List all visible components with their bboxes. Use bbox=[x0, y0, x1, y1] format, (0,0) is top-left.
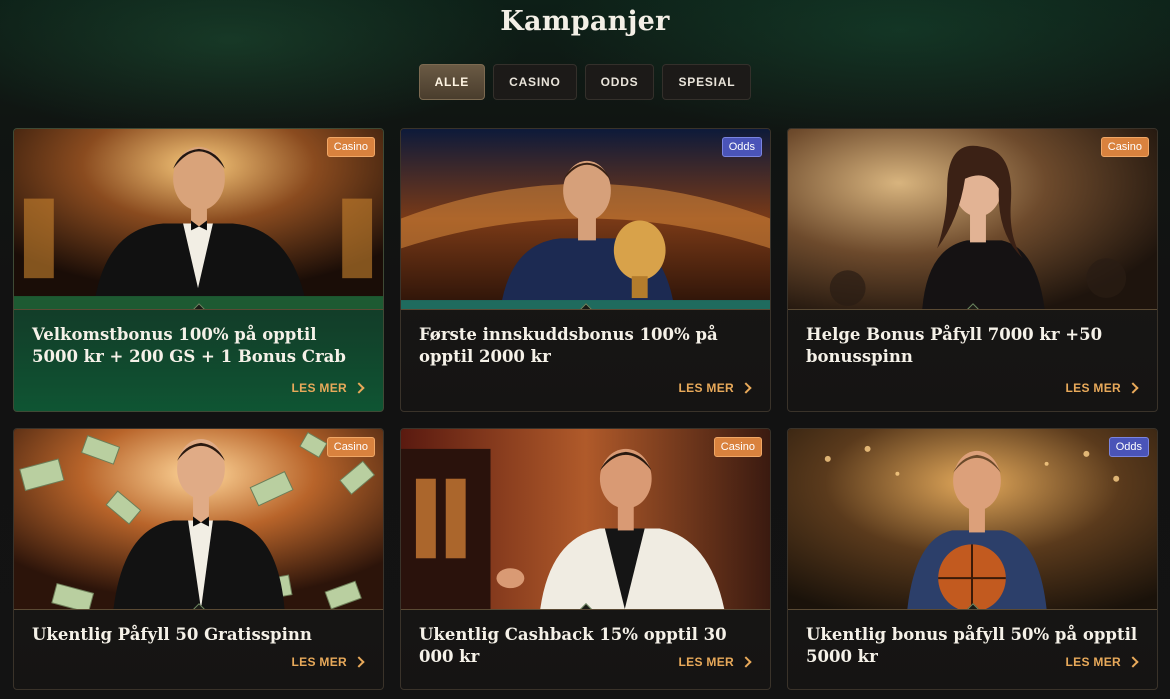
filter-special[interactable]: SPESIAL bbox=[662, 64, 752, 100]
promo-title: Helge Bonus Påfyll 7000 kr +50 bonusspin… bbox=[806, 325, 1103, 366]
promo-card-weekend-reload[interactable]: Casino Helge Bonus Påfyll 7000 kr +50 bo… bbox=[787, 128, 1158, 412]
read-more-link[interactable]: LES MER bbox=[678, 381, 752, 395]
chevron-right-icon bbox=[740, 382, 752, 394]
promo-image-woman-black-dress: Casino bbox=[788, 129, 1157, 310]
read-more-label: LES MER bbox=[1065, 381, 1121, 395]
promo-card-weekly-sports-reload[interactable]: Odds Ukentlig bonus påfyll 50% på opptil… bbox=[787, 428, 1158, 690]
chevron-right-icon bbox=[353, 656, 365, 668]
chevron-right-icon bbox=[1127, 656, 1139, 668]
promo-image-football-player: Odds bbox=[401, 129, 770, 310]
read-more-link[interactable]: LES MER bbox=[291, 655, 365, 669]
category-badge: Casino bbox=[1100, 137, 1149, 157]
promo-image-basketball-player: Odds bbox=[788, 429, 1157, 610]
chevron-right-icon bbox=[1127, 382, 1139, 394]
read-more-label: LES MER bbox=[291, 381, 347, 395]
promo-card-first-deposit[interactable]: Odds Første innskuddsbonus 100% på oppti… bbox=[400, 128, 771, 412]
page-title: Kampanjer bbox=[500, 6, 670, 37]
promo-card-welcome-bonus[interactable]: Casino Velkomstbonus 100% på opptil 5000… bbox=[13, 128, 384, 412]
promo-image-tuxedo-man: Casino bbox=[14, 129, 383, 310]
category-badge: Casino bbox=[326, 437, 375, 457]
chevron-right-icon bbox=[740, 656, 752, 668]
promo-card-weekly-free-spins[interactable]: Casino Ukentlig Påfyll 50 Gratisspinn LE… bbox=[13, 428, 384, 690]
promo-image-money-rain: Casino bbox=[14, 429, 383, 610]
category-badge: Odds bbox=[721, 137, 762, 157]
filter-casino[interactable]: CASINO bbox=[493, 64, 577, 100]
read-more-label: LES MER bbox=[678, 381, 734, 395]
promo-card-weekly-cashback[interactable]: Casino Ukentlig Cashback 15% opptil 30 0… bbox=[400, 428, 771, 690]
promo-title: Ukentlig Påfyll 50 Gratisspinn bbox=[32, 625, 312, 644]
filter-odds[interactable]: ODDS bbox=[584, 64, 655, 100]
filter-all[interactable]: ALLE bbox=[418, 64, 486, 100]
chevron-right-icon bbox=[353, 382, 365, 394]
promotions-grid: Casino Velkomstbonus 100% på opptil 5000… bbox=[13, 128, 1158, 690]
read-more-label: LES MER bbox=[678, 655, 734, 669]
read-more-link[interactable]: LES MER bbox=[291, 381, 365, 395]
read-more-link[interactable]: LES MER bbox=[1065, 381, 1139, 395]
promo-title: Velkomstbonus 100% på opptil 5000 kr + 2… bbox=[32, 325, 346, 366]
promo-image-slot-machine-man: Casino bbox=[401, 429, 770, 610]
category-badge: Casino bbox=[326, 137, 375, 157]
read-more-label: LES MER bbox=[1065, 655, 1121, 669]
read-more-label: LES MER bbox=[291, 655, 347, 669]
filter-tabs: ALLE CASINO ODDS SPESIAL bbox=[0, 64, 1170, 100]
promo-title: Første innskuddsbonus 100% på opptil 200… bbox=[419, 325, 718, 366]
category-badge: Odds bbox=[1108, 437, 1149, 457]
category-badge: Casino bbox=[713, 437, 762, 457]
read-more-link[interactable]: LES MER bbox=[1065, 655, 1139, 669]
read-more-link[interactable]: LES MER bbox=[678, 655, 752, 669]
